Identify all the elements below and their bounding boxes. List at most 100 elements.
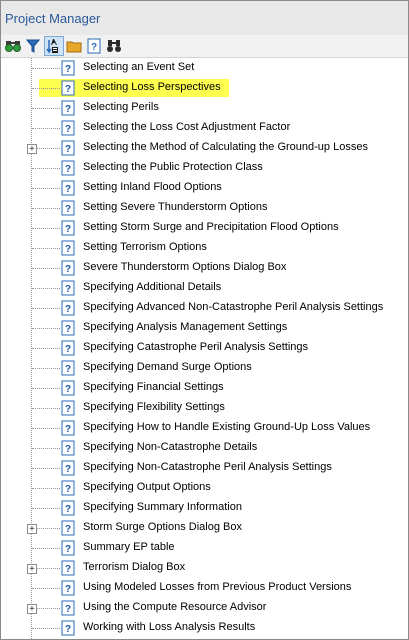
svg-text:?: ? — [65, 164, 71, 175]
tree-branch-line — [32, 588, 60, 589]
help-topic-icon: ? — [61, 80, 75, 96]
tree-item[interactable]: ? Specifying Demand Surge Options — [1, 358, 406, 378]
tree-item[interactable]: ? Specifying Financial Settings — [1, 378, 406, 398]
binoculars-button[interactable] — [4, 37, 22, 55]
tree-item[interactable]: ? Specifying Flexibility Settings — [1, 398, 406, 418]
tree-branch-line — [32, 488, 60, 489]
folder-icon — [66, 41, 82, 53]
svg-text:?: ? — [65, 364, 71, 375]
binoculars-icon — [5, 41, 21, 52]
tree-item-label: Selecting the Public Protection Class — [83, 161, 263, 173]
svg-text:?: ? — [65, 124, 71, 135]
help-topic-icon: ? — [61, 260, 75, 276]
tree-item[interactable]: +? Terrorism Dialog Box — [1, 558, 406, 578]
tree-item[interactable]: ? Setting Severe Thunderstorm Options — [1, 198, 406, 218]
tree-item[interactable]: ? Setting Storm Surge and Precipitation F… — [1, 218, 406, 238]
tree-item[interactable]: +? Storm Surge Options Dialog Box — [1, 518, 406, 538]
tree-branch-line — [32, 68, 60, 69]
tree-item[interactable]: ? Selecting the Loss Cost Adjustment Fact… — [1, 118, 406, 138]
tree-item[interactable]: +? Using the Compute Resource Advisor — [1, 598, 406, 618]
tree-item[interactable]: ? Severe Thunderstorm Options Dialog Box — [1, 258, 406, 278]
tree-item-label: Specifying Output Options — [83, 481, 211, 493]
expand-plus-icon[interactable]: + — [27, 144, 37, 154]
svg-text:?: ? — [65, 304, 71, 315]
tree-item[interactable]: ? Specifying Non-Catastrophe Details — [1, 438, 406, 458]
tree-branch-line — [32, 228, 60, 229]
svg-text:?: ? — [65, 584, 71, 595]
help-topic-icon: ? — [61, 280, 75, 296]
help-topic-icon: ? — [61, 440, 75, 456]
help-topic-icon: ? — [61, 400, 75, 416]
tree-item[interactable]: ? Specifying Advanced Non-Catastrophe Per… — [1, 298, 406, 318]
filter-button[interactable] — [24, 37, 42, 55]
sort-button[interactable] — [44, 36, 64, 56]
tree-branch-line — [32, 388, 60, 389]
tree-branch-line — [32, 188, 60, 189]
folder-button[interactable] — [65, 37, 83, 55]
tree-item-label: Specifying Summary Information — [83, 501, 242, 513]
help-topic-icon: ? — [61, 340, 75, 356]
tree-item[interactable]: ? Setting Inland Flood Options — [1, 178, 406, 198]
tree-item-label: Specifying Advanced Non-Catastrophe Peri… — [83, 301, 384, 313]
expand-plus-icon[interactable]: + — [27, 604, 37, 614]
sort-az-icon — [46, 39, 58, 54]
help-topic-icon: ? — [61, 140, 75, 156]
expand-plus-icon[interactable]: + — [27, 524, 37, 534]
svg-text:?: ? — [65, 604, 71, 615]
help-topic-icon: ? — [61, 460, 75, 476]
tree-branch-line — [32, 548, 60, 549]
help-topic-icon: ? — [87, 38, 101, 54]
svg-text:?: ? — [65, 324, 71, 335]
tree-item-label: Terrorism Dialog Box — [83, 561, 186, 573]
svg-text:?: ? — [65, 204, 71, 215]
tree-item[interactable]: ? Selecting an Event Set — [1, 58, 406, 78]
tree-item[interactable]: ? Specifying Output Options — [1, 478, 406, 498]
tree-item-label: Summary EP table — [83, 541, 175, 553]
tree-item[interactable]: ? Specifying Analysis Management Settings — [1, 318, 406, 338]
help-topic-icon: ? — [61, 300, 75, 316]
tree-item[interactable]: ? Selecting Loss Perspectives — [1, 78, 406, 98]
help-topic-tree: ? Selecting an Event Set? Selecting Loss P… — [1, 58, 408, 639]
tree-item[interactable]: ? Summary EP table — [1, 538, 406, 558]
tree-item[interactable]: ? Specifying Catastrophe Peril Analysis S… — [1, 338, 406, 358]
expand-plus-icon[interactable]: + — [27, 564, 37, 574]
tree-item[interactable]: ? Working with Loss Analysis Results — [1, 618, 406, 638]
help-topic-icon: ? — [61, 520, 75, 536]
help-topic-icon: ? — [61, 420, 75, 436]
tree-branch-line — [32, 368, 60, 369]
tree-branch-line — [32, 108, 60, 109]
tree-item[interactable]: +? Selecting the Method of Calculating th… — [1, 138, 406, 158]
tree-item-label: Specifying Additional Details — [83, 281, 222, 293]
svg-text:?: ? — [65, 524, 71, 535]
tree-item-label: Severe Thunderstorm Options Dialog Box — [83, 261, 287, 273]
help-topic-icon: ? — [61, 580, 75, 596]
tree-branch-line — [32, 448, 60, 449]
help-topic-icon: ? — [61, 200, 75, 216]
tree-branch-line — [32, 408, 60, 409]
tree-item-label: Specifying Analysis Management Settings — [83, 321, 288, 333]
help-topic-icon: ? — [61, 500, 75, 516]
tree-item-label: Specifying Non-Catastrophe Details — [83, 441, 258, 453]
tree-item[interactable]: ? Setting Terrorism Options — [1, 238, 406, 258]
tree-item[interactable]: ? Specifying Summary Information — [1, 498, 406, 518]
tree-branch-line — [32, 508, 60, 509]
svg-text:?: ? — [65, 544, 71, 555]
tree-item[interactable]: ? Specifying Additional Details — [1, 278, 406, 298]
tree-branch-line — [32, 268, 60, 269]
find-button[interactable] — [105, 37, 123, 55]
help-topic-icon: ? — [61, 240, 75, 256]
panel-titlebar: Project Manager — [1, 1, 408, 35]
help-topic-button[interactable]: ? — [85, 37, 103, 55]
tree-item[interactable]: ? Selecting the Public Protection Class — [1, 158, 406, 178]
tree-item[interactable]: ? Selecting Perils — [1, 98, 406, 118]
svg-text:?: ? — [65, 224, 71, 235]
svg-text:?: ? — [65, 404, 71, 415]
help-topic-icon: ? — [61, 160, 75, 176]
svg-text:?: ? — [65, 144, 71, 155]
tree-item[interactable]: ? Using Modeled Losses from Previous Prod… — [1, 578, 406, 598]
svg-text:?: ? — [65, 424, 71, 435]
tree-item[interactable]: ? Specifying Non-Catastrophe Peril Analys… — [1, 458, 406, 478]
help-topic-icon: ? — [61, 620, 75, 636]
help-topic-icon: ? — [61, 180, 75, 196]
tree-item[interactable]: ? Specifying How to Handle Existing Groun… — [1, 418, 406, 438]
